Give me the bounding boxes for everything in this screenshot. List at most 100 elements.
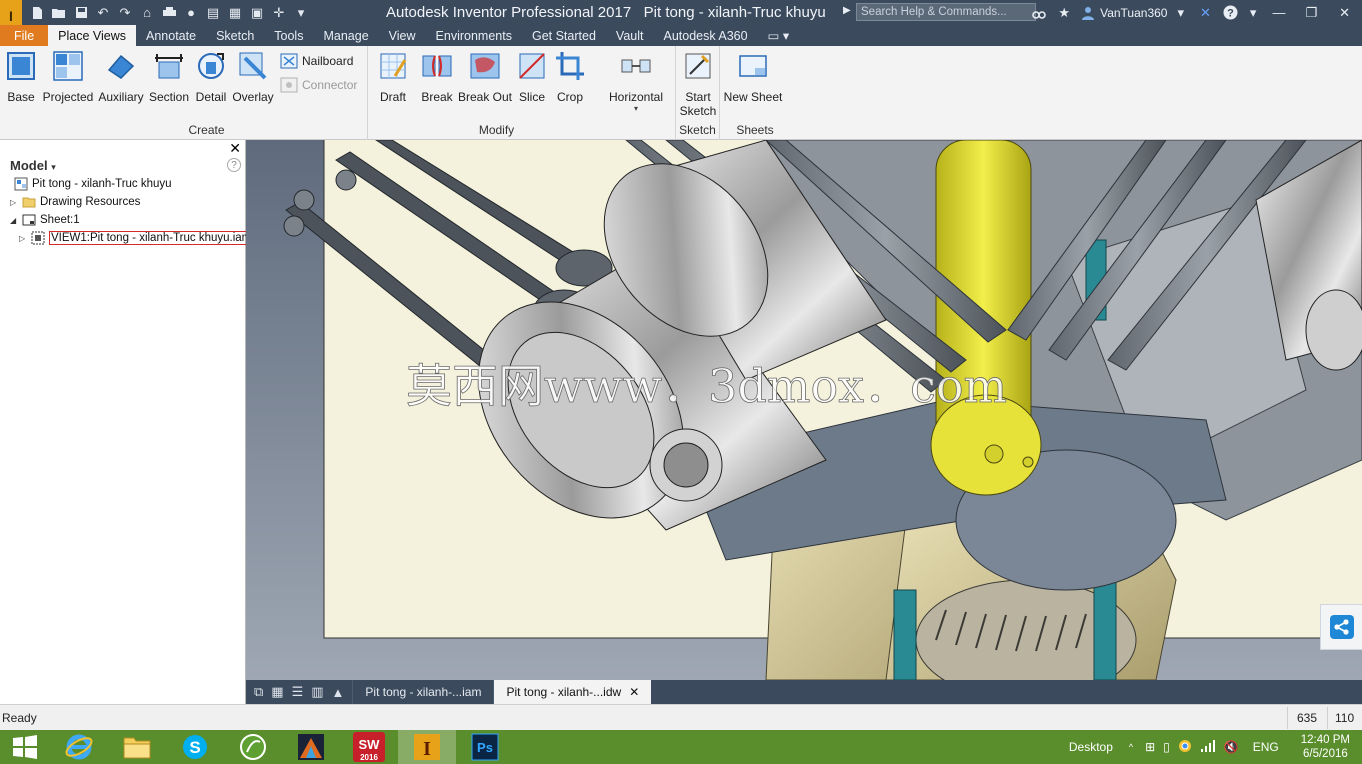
horizontal-dropdown-icon[interactable]: ▾ xyxy=(634,104,638,113)
system-clock[interactable]: 12:40 PM 6/5/2016 xyxy=(1289,733,1362,761)
network-adapter-icon[interactable]: ▯ xyxy=(1159,740,1174,754)
taskbar-app-green[interactable] xyxy=(224,730,282,764)
taskbar-internet-explorer[interactable] xyxy=(50,730,108,764)
tab-environments[interactable]: Environments xyxy=(426,25,522,46)
taskbar-photoshop[interactable]: Ps xyxy=(456,730,514,764)
input-language-indicator[interactable]: ENG xyxy=(1243,740,1289,754)
user-name[interactable]: VanTuan360 xyxy=(1100,6,1167,20)
break-out-button[interactable]: Break Out xyxy=(458,50,512,104)
user-icon[interactable] xyxy=(1076,0,1100,25)
tree-item-sheet[interactable]: ◢ Sheet:1 xyxy=(10,213,80,227)
nailboard-button[interactable]: Nailboard xyxy=(280,53,353,69)
taskbar-media-app[interactable] xyxy=(282,730,340,764)
print-icon[interactable] xyxy=(160,4,178,22)
connector-label: Connector xyxy=(302,78,358,92)
graphics-window[interactable]: 莫西网www．3dmox．com xyxy=(246,140,1362,680)
expand-icon[interactable]: ▷ xyxy=(10,198,18,207)
tree-item-view1[interactable]: ▷ VIEW1:Pit tong - xilanh-Truc khuyu.iam xyxy=(19,231,254,245)
doc-tab-drawing[interactable]: Pit tong - xilanh-...idw ✕ xyxy=(493,680,652,704)
tab-list-icon[interactable]: ▲ xyxy=(332,685,345,700)
desktop-toolbar-label[interactable]: Desktop xyxy=(1061,740,1121,754)
tree-item-drawing-resources[interactable]: ▷ Drawing Resources xyxy=(10,195,140,209)
ribbon-display-toggle-icon[interactable]: ▭ ▾ xyxy=(758,25,800,46)
start-button[interactable] xyxy=(0,730,50,764)
taskbar-file-explorer[interactable] xyxy=(108,730,166,764)
tray-overflow-icon[interactable]: ^ xyxy=(1121,742,1141,752)
chrome-tray-icon[interactable] xyxy=(1174,739,1196,756)
redo-icon[interactable]: ↷ xyxy=(116,4,134,22)
measure-icon[interactable]: ▦ xyxy=(226,4,244,22)
crop-icon xyxy=(556,52,584,80)
customize-qat-icon[interactable]: ▾ xyxy=(292,4,310,22)
crop-button[interactable]: Crop xyxy=(545,50,595,104)
update-icon[interactable]: ▣ xyxy=(248,4,266,22)
browser-menu-chevron-icon[interactable]: ▾ xyxy=(51,162,56,172)
tab-sketch[interactable]: Sketch xyxy=(206,25,264,46)
section-view-icon xyxy=(155,54,183,79)
overlay-view-button[interactable]: Overlay xyxy=(228,50,278,104)
projected-view-button[interactable]: Projected xyxy=(43,50,93,104)
break-view-button[interactable]: Break xyxy=(412,50,462,104)
draft-view-button[interactable]: Draft xyxy=(368,50,418,104)
solidworks-version-label: 2016 xyxy=(360,753,378,762)
browser-help-icon[interactable]: ? xyxy=(227,158,241,172)
share-view-button[interactable] xyxy=(1320,604,1362,650)
save-icon[interactable] xyxy=(72,4,90,22)
binoculars-icon[interactable] xyxy=(1026,0,1052,25)
base-view-button[interactable]: Base xyxy=(0,50,46,104)
cascade-windows-icon[interactable]: ⧉ xyxy=(254,684,263,700)
title-right-controls: ★ VanTuan360 ▾ ✕ ? ▾ — ❐ ✕ xyxy=(1026,0,1362,25)
search-expand-icon[interactable]: ▶ xyxy=(843,5,851,16)
new-file-icon[interactable] xyxy=(28,4,46,22)
taskbar-skype[interactable]: S xyxy=(166,730,224,764)
favorites-star-icon[interactable]: ★ xyxy=(1052,0,1076,25)
tab-tools[interactable]: Tools xyxy=(264,25,313,46)
inventor-logo-icon[interactable]: I xyxy=(0,0,22,25)
home-icon[interactable]: ⌂ xyxy=(138,4,156,22)
tab-vault[interactable]: Vault xyxy=(606,25,654,46)
wifi-signal-icon[interactable] xyxy=(1196,739,1220,756)
close-window-icon[interactable]: ✕ xyxy=(1327,0,1362,25)
tab-place-views[interactable]: Place Views xyxy=(48,25,137,46)
windows-flag-tray-icon[interactable]: ⊞ xyxy=(1141,740,1159,754)
search-help-input[interactable]: Search Help & Commands... xyxy=(856,3,1036,21)
tab-annotate[interactable]: Annotate xyxy=(136,25,206,46)
tree-item-drawing[interactable]: Pit tong - xilanh-Truc khuyu xyxy=(14,177,172,191)
tile-vertical-icon[interactable]: ▥ xyxy=(311,684,323,700)
minimize-icon[interactable]: — xyxy=(1262,0,1295,25)
help-menu-chevron-icon[interactable]: ▾ xyxy=(1244,0,1263,25)
browser-close-icon[interactable]: ✕ xyxy=(229,140,241,157)
exchange-apps-icon[interactable]: ✕ xyxy=(1194,0,1217,25)
taskbar-inventor[interactable]: I xyxy=(398,730,456,764)
user-menu-chevron-icon[interactable]: ▾ xyxy=(1167,0,1194,25)
auxiliary-view-button[interactable]: Auxiliary xyxy=(96,50,146,104)
help-icon[interactable]: ? xyxy=(1217,0,1244,25)
horizontal-align-button[interactable]: Horizontal ▾ xyxy=(609,50,663,113)
doc-tab-label: Pit tong - xilanh-...idw xyxy=(506,685,622,699)
tab-manage[interactable]: Manage xyxy=(313,25,378,46)
tile-windows-icon[interactable]: ▦ xyxy=(271,684,283,700)
select-icon[interactable]: ✛ xyxy=(270,4,288,22)
inventor-taskbar-letter: I xyxy=(423,738,431,760)
restore-icon[interactable]: ❐ xyxy=(1295,0,1327,25)
new-sheet-button[interactable]: New Sheet xyxy=(724,50,782,104)
start-sketch-button[interactable]: Start Sketch xyxy=(673,50,723,118)
expand-icon[interactable]: ▷ xyxy=(19,234,27,243)
close-tab-icon[interactable]: ✕ xyxy=(629,685,639,699)
undo-icon[interactable]: ↶ xyxy=(94,4,112,22)
open-folder-icon[interactable] xyxy=(50,4,68,22)
material-icon[interactable]: ▤ xyxy=(204,4,222,22)
inventor-taskbar-icon: I xyxy=(414,734,440,760)
tab-file[interactable]: File xyxy=(0,25,49,46)
tab-autodesk-a360[interactable]: Autodesk A360 xyxy=(653,25,757,46)
tile-horizontal-icon[interactable]: ☰ xyxy=(292,684,304,700)
appearance-icon[interactable]: ● xyxy=(182,4,200,22)
taskbar-solidworks[interactable]: SW 2016 xyxy=(340,730,398,764)
tab-view[interactable]: View xyxy=(379,25,426,46)
model-browser-header[interactable]: Model ▾ xyxy=(10,158,56,173)
tab-get-started[interactable]: Get Started xyxy=(522,25,606,46)
collapse-icon[interactable]: ◢ xyxy=(10,216,18,225)
connector-button[interactable]: Connector xyxy=(280,77,357,93)
volume-muted-icon[interactable]: 🔇 xyxy=(1220,740,1243,754)
doc-tab-assembly[interactable]: Pit tong - xilanh-...iam xyxy=(352,680,493,704)
